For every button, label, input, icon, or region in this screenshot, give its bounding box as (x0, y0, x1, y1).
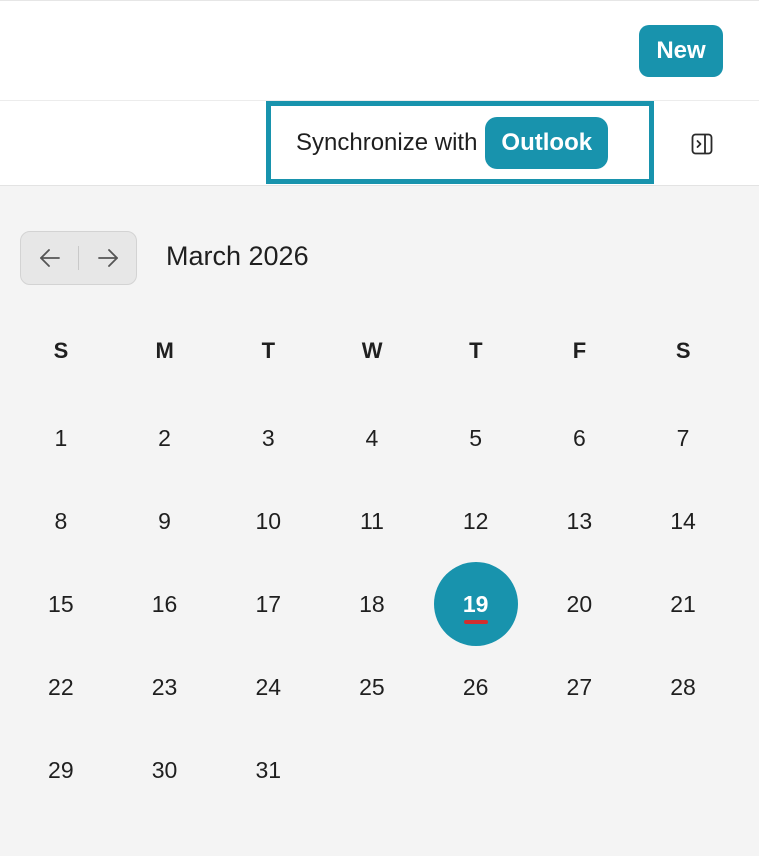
day-number: 4 (365, 424, 379, 451)
weekday-label: M (155, 338, 174, 363)
arrow-left-icon (39, 249, 60, 267)
weekday-label: W (361, 338, 383, 363)
day-number: 21 (670, 590, 696, 617)
next-month-button[interactable] (79, 232, 136, 284)
day-cell[interactable]: 2 (123, 396, 207, 480)
day-cell[interactable]: 17 (226, 562, 310, 646)
day-cell[interactable]: 4 (330, 396, 414, 480)
day-cell[interactable]: 31 (226, 728, 310, 812)
outlook-sync-button[interactable]: Outlook (485, 116, 609, 169)
arrow-right-icon (97, 249, 118, 267)
panel-toggle-icon[interactable] (690, 131, 714, 157)
day-number: 16 (151, 590, 178, 617)
day-cell-today[interactable]: 19 (433, 562, 518, 646)
day-number: 1 (54, 424, 68, 451)
day-number: 5 (469, 424, 483, 451)
day-cell[interactable]: 13 (537, 479, 621, 563)
today-underline (463, 620, 488, 624)
month-nav (20, 231, 137, 285)
day-cell[interactable]: 27 (537, 645, 621, 729)
weekday-label: F (572, 338, 587, 363)
day-cell[interactable]: 14 (641, 479, 725, 563)
day-grid: 1 2 3 4 5 6 7 8 9 10 11 12 13 14 15 16 17 18 19 20 21 22 23 24 2… (9, 396, 735, 816)
prev-month-button[interactable] (21, 232, 78, 284)
weekday-label: S (675, 338, 691, 363)
day-cell[interactable]: 29 (19, 728, 103, 812)
day-cell[interactable]: 26 (434, 645, 518, 729)
weekday-label: T (469, 338, 483, 363)
day-number: 15 (48, 590, 74, 617)
day-number: 26 (462, 673, 489, 700)
day-number: 17 (255, 590, 282, 617)
day-cell[interactable]: 12 (434, 479, 518, 563)
day-cell[interactable]: 28 (641, 645, 725, 729)
day-number: 8 (54, 507, 68, 534)
day-cell[interactable]: 25 (330, 645, 414, 729)
weekday-label: S (53, 338, 69, 363)
day-number: 2 (158, 424, 171, 451)
day-number: 19 (462, 590, 489, 617)
day-number: 13 (566, 507, 593, 534)
day-number: 20 (566, 590, 593, 617)
new-button[interactable]: New (639, 25, 723, 77)
day-cell[interactable]: 7 (641, 396, 725, 480)
day-cell[interactable]: 1 (19, 396, 103, 480)
day-number: 10 (255, 507, 282, 534)
day-number: 3 (261, 424, 275, 451)
day-number: 12 (462, 507, 489, 534)
day-number: 25 (359, 673, 385, 700)
top-bar: New (0, 0, 759, 101)
day-cell[interactable]: 18 (330, 562, 414, 646)
weekday-label: T (261, 338, 276, 363)
day-cell[interactable]: 30 (123, 728, 207, 812)
day-cell[interactable]: 11 (330, 479, 414, 563)
month-title: March 2026 (166, 241, 309, 271)
day-cell[interactable]: 8 (19, 479, 103, 563)
day-cell[interactable]: 6 (537, 396, 621, 480)
day-number: 28 (670, 673, 696, 700)
day-number: 24 (255, 673, 282, 700)
day-cell[interactable]: 20 (537, 562, 621, 646)
day-number: 29 (48, 756, 74, 783)
day-number: 18 (359, 590, 385, 617)
day-number: 6 (572, 424, 586, 451)
day-number: 30 (151, 756, 178, 783)
day-cell[interactable]: 5 (434, 396, 518, 480)
day-cell[interactable]: 24 (226, 645, 310, 729)
day-number: 11 (359, 507, 384, 534)
day-cell[interactable]: 3 (226, 396, 310, 480)
day-number: 22 (48, 673, 74, 700)
day-cell[interactable]: 9 (123, 479, 207, 563)
weekday-header: SMTWTFS (9, 338, 735, 372)
day-number: 23 (151, 673, 178, 700)
day-cell[interactable]: 16 (123, 562, 207, 646)
day-number: 9 (158, 507, 171, 534)
sync-highlight-box: Synchronize with Outlook (266, 101, 654, 184)
day-cell[interactable]: 23 (123, 645, 207, 729)
day-cell[interactable]: 22 (19, 645, 103, 729)
calendar-panel: March 2026 SMTWTFS 1 2 3 4 5 6 7 8 9 10 11 12 13 14 15… (0, 186, 759, 856)
sync-label: Synchronize with (296, 128, 478, 156)
day-number: 14 (670, 507, 696, 534)
day-number: 31 (255, 756, 282, 783)
day-cell[interactable]: 15 (19, 562, 103, 646)
day-cell[interactable]: 21 (641, 562, 725, 646)
day-number: 7 (676, 424, 690, 451)
toolbar: Synchronize with Outlook (0, 101, 759, 186)
day-cell[interactable]: 10 (226, 479, 310, 563)
day-number: 27 (566, 673, 593, 700)
